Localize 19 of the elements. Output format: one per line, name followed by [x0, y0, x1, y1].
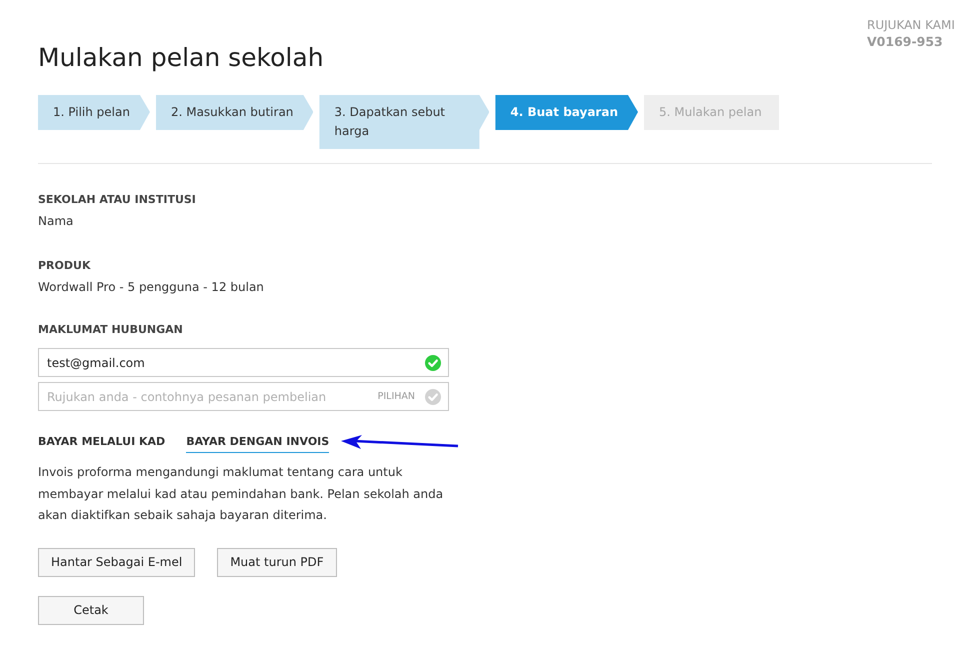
step-tab[interactable]: 1. Pilih pelan [38, 95, 150, 130]
input-field[interactable]: test@gmail.com [38, 348, 449, 377]
print-button[interactable]: Cetak [38, 596, 144, 624]
action-button[interactable]: Muat turun PDF [217, 548, 337, 576]
page-title: Mulakan pelan sekolah [38, 43, 324, 73]
action-button[interactable]: Hantar Sebagai E-mel [38, 548, 196, 576]
section-heading: PRODUK [38, 258, 90, 274]
section-value: Wordwall Pro - 5 pengguna - 12 bulan [38, 279, 264, 296]
step-tab[interactable]: 2. Masukkan butiran [156, 95, 314, 130]
step-tab[interactable]: 3. Dapatkan sebut harga [319, 95, 490, 149]
section-heading: MAKLUMAT HUBUNGAN [38, 322, 183, 338]
reference-number: V0169-953 [867, 33, 943, 51]
payment-tab[interactable]: BAYAR MELALUI KAD [38, 433, 166, 453]
payment-tab[interactable]: BAYAR DENGAN INVOIS [186, 433, 330, 453]
optional-tag: PILIHAN [378, 390, 415, 402]
section-value: Nama [38, 213, 74, 230]
section-heading: SEKOLAH ATAU INSTITUSI [38, 192, 196, 208]
reference-label: RUJUKAN KAMI [867, 17, 955, 33]
invoice-description: Invois proforma mengandungi maklumat tentang cara untuk membayar melalui kad atau pemindahan bank. Pelan sekolah anda akan diaktifkan sebaik sahaja bayaran diterima. [38, 464, 444, 524]
